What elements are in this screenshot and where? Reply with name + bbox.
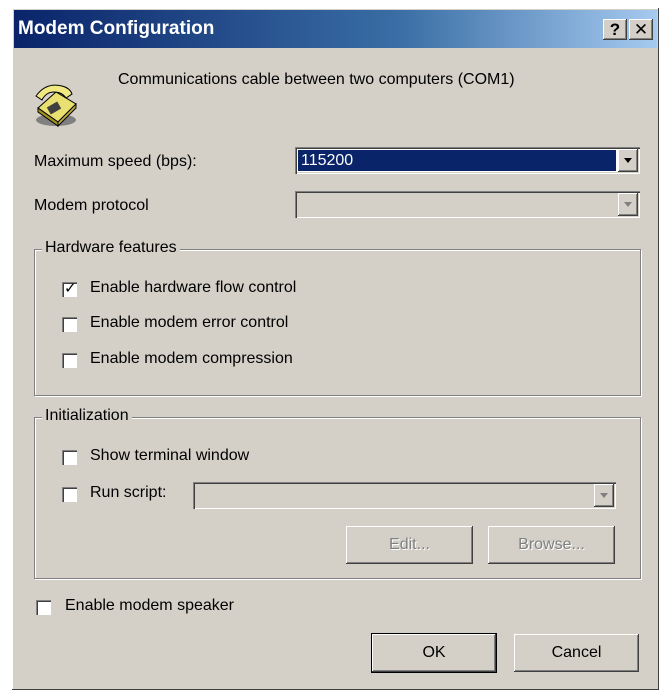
hw-flow-control-checkbox[interactable]: ✓ <box>62 280 77 297</box>
modem-speaker-checkbox[interactable] <box>36 600 51 615</box>
checkmark-icon: ✓ <box>64 280 77 297</box>
run-script-checkbox[interactable] <box>62 487 77 502</box>
ok-button[interactable]: OK <box>372 634 496 672</box>
hardware-features-legend: Hardware features <box>42 239 180 257</box>
telephone-icon <box>35 84 77 128</box>
max-speed-select[interactable]: 115200 <box>295 147 640 174</box>
modem-error-control-checkbox[interactable] <box>62 317 77 332</box>
cancel-button[interactable]: Cancel <box>514 634 639 672</box>
max-speed-label: Maximum speed (bps): <box>34 153 197 170</box>
close-button[interactable]: ✕ <box>629 19 653 40</box>
run-script-select[interactable] <box>193 482 616 509</box>
title-bar[interactable]: Modem Configuration ? ✕ <box>14 10 657 48</box>
edit-button[interactable]: Edit... <box>346 526 473 564</box>
chevron-down-icon[interactable] <box>618 149 638 172</box>
modem-compression-checkbox[interactable] <box>62 353 77 368</box>
show-terminal-label[interactable]: Show terminal window <box>90 447 249 465</box>
modem-configuration-dialog: Modem Configuration ? ✕ Communications c… <box>12 8 659 690</box>
modem-compression-label[interactable]: Enable modem compression <box>90 350 293 368</box>
help-button[interactable]: ? <box>603 19 627 40</box>
show-terminal-checkbox[interactable] <box>62 450 77 465</box>
run-script-label[interactable]: Run script: <box>90 484 166 502</box>
modem-protocol-select[interactable] <box>295 191 640 218</box>
modem-protocol-label: Modem protocol <box>34 197 149 214</box>
device-name: Communications cable between two compute… <box>118 71 515 88</box>
window-title: Modem Configuration <box>18 18 215 39</box>
chevron-down-icon[interactable] <box>594 484 614 507</box>
chevron-down-icon[interactable] <box>618 193 638 216</box>
modem-speaker-label[interactable]: Enable modem speaker <box>65 597 234 615</box>
modem-error-control-label[interactable]: Enable modem error control <box>90 314 288 332</box>
browse-button[interactable]: Browse... <box>488 526 615 564</box>
max-speed-value: 115200 <box>298 150 616 171</box>
initialization-legend: Initialization <box>42 407 132 425</box>
hw-flow-control-label[interactable]: Enable hardware flow control <box>90 279 296 297</box>
